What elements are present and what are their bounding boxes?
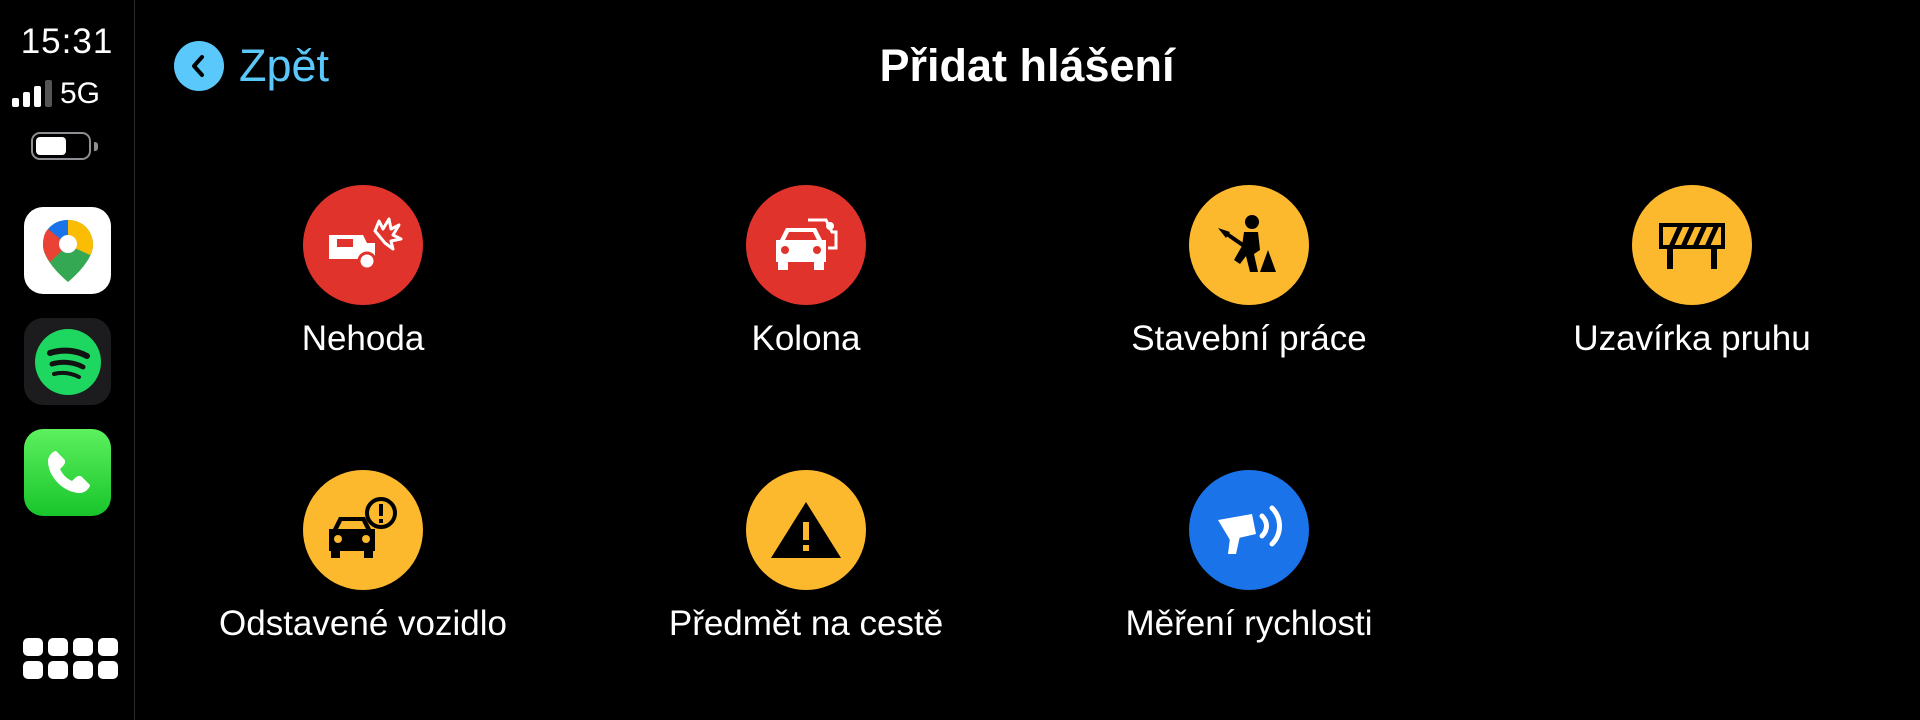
report-label: Uzavírka pruhu	[1573, 319, 1811, 358]
spotify-icon[interactable]	[24, 318, 111, 405]
google-maps-icon[interactable]	[24, 207, 111, 294]
status-time: 15:31	[20, 22, 114, 61]
warning-triangle-icon	[746, 470, 866, 590]
report-lane-closure[interactable]: Uzavírka pruhu	[1482, 185, 1902, 385]
report-accident[interactable]: Nehoda	[153, 185, 573, 385]
report-object-on-road[interactable]: Předmět na cestě	[596, 470, 1016, 670]
report-label: Měření rychlosti	[1125, 604, 1373, 643]
report-road-work[interactable]: Stavební práce	[1039, 185, 1459, 385]
network-type: 5G	[60, 77, 101, 110]
report-label: Stavební práce	[1131, 319, 1367, 358]
app-grid-icon[interactable]	[23, 638, 118, 679]
report-label: Předmět na cestě	[668, 604, 944, 643]
report-speed-camera[interactable]: Měření rychlosti	[1039, 470, 1459, 670]
report-label: Odstavené vozidlo	[219, 604, 507, 643]
cellular-signal-icon	[12, 80, 52, 107]
report-label: Kolona	[751, 319, 861, 358]
status-row: 5G	[12, 76, 124, 112]
carplay-sidebar: 15:31 5G	[0, 0, 135, 720]
lane-closure-icon	[1632, 185, 1752, 305]
stalled-vehicle-icon	[303, 470, 423, 590]
phone-icon[interactable]	[24, 429, 111, 516]
report-label: Nehoda	[301, 319, 425, 358]
report-traffic-jam[interactable]: Kolona	[596, 185, 1016, 385]
report-stalled-vehicle[interactable]: Odstavené vozidlo	[153, 470, 573, 670]
traffic-jam-icon	[746, 185, 866, 305]
road-work-icon	[1189, 185, 1309, 305]
speed-camera-icon	[1189, 470, 1309, 590]
page-title: Přidat hlášení	[879, 40, 1175, 91]
battery-icon	[31, 132, 98, 162]
car-crash-icon	[303, 185, 423, 305]
